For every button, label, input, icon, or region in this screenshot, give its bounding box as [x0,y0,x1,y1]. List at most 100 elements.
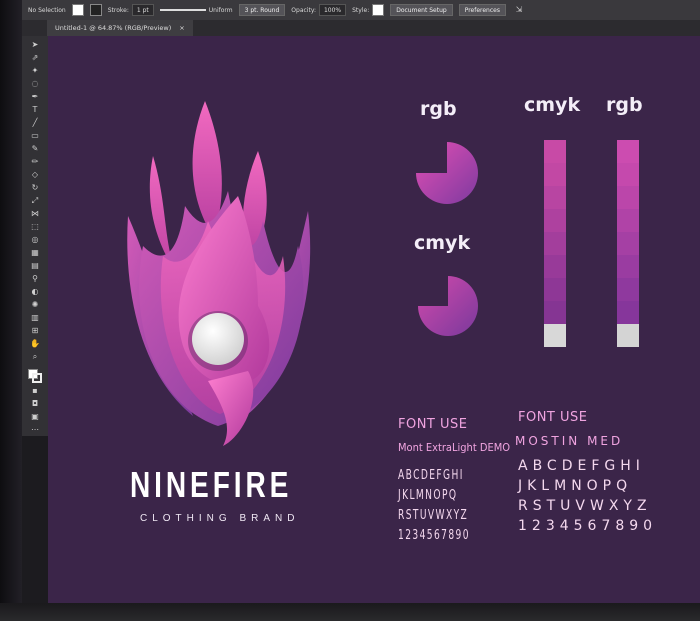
hand-icon[interactable]: ✋ [28,339,42,349]
flame-logo [127,101,311,446]
cmyk-swatch-6 [544,255,566,278]
line-tool-icon[interactable]: ╱ [28,118,42,128]
document-tab[interactable]: Untitled-1 @ 64.87% (RGB/Preview) × [47,20,193,36]
free-transform-icon[interactable]: ⬚ [28,222,42,232]
close-tab-icon[interactable]: × [179,24,184,32]
stroke-profile[interactable]: Uniform [159,6,233,14]
blend-icon[interactable]: ◐ [28,287,42,297]
mesh-icon[interactable]: ▦ [28,248,42,258]
brush-dropdown[interactable]: 3 pt. Round [238,4,286,16]
eyedropper-icon[interactable]: ⚲ [28,274,42,284]
paintbrush-icon[interactable]: ✎ [28,144,42,154]
glyph-line-right-1: ABCDEFGHI [518,458,645,474]
preferences-button[interactable]: Preferences [458,4,506,16]
monitor-bezel [0,0,22,621]
glyph-line-left-4: 1234567890 [398,528,470,543]
document-tab-bar: Untitled-1 @ 64.87% (RGB/Preview) × [22,20,700,36]
cmyk-gradient-pie [418,276,478,336]
artboard[interactable]: NINEFIRE CLOTHING BRAND rgb cmyk cmyk rg… [48,36,700,603]
zoom-icon[interactable]: ⌕ [28,352,42,362]
cmyk-label-mid: cmyk [414,232,471,254]
cmyk-swatch-4 [544,209,566,232]
rgb-swatch-7 [617,278,639,301]
magic-wand-icon[interactable]: ✦ [28,66,42,76]
glyph-line-left-3: RSTUVWXYZ [398,508,469,523]
fill-stroke-icon[interactable] [28,369,42,383]
graph-icon[interactable]: ▥ [28,313,42,323]
stroke-preview [159,9,206,11]
control-bar: No Selection Stroke: 1 pt Uniform 3 pt. … [22,0,700,20]
rgb-swatch-3 [617,186,639,209]
artboard-icon[interactable]: ⊞ [28,326,42,336]
monitor-bezel-bottom [0,603,700,621]
font-use-heading-right: FONT USE [518,410,588,425]
cmyk-swatch-1 [544,140,566,163]
arrange-icon[interactable]: ⇲ [512,5,526,15]
style-label: Style: [352,6,370,14]
lasso-icon[interactable]: ◌ [28,79,42,89]
opacity-label: Opacity: [291,6,316,14]
draw-mode-icon[interactable]: ◘ [28,399,42,409]
cmyk-swatch-7 [544,278,566,301]
stroke-control: Stroke: 1 pt [108,4,154,16]
brand-subtitle: CLOTHING BRAND [140,513,300,524]
brand-name: NINEFIRE [130,464,293,505]
eraser-icon[interactable]: ◇ [28,170,42,180]
rectangle-tool-icon[interactable]: ▭ [28,131,42,141]
cmyk-color-column [544,140,566,347]
rgb-swatch-5 [617,232,639,255]
stroke-profile-label: Uniform [208,6,233,14]
font-use-heading-left: FONT USE [398,417,468,432]
stroke-weight-field[interactable]: 1 pt [131,4,154,16]
cmyk-swatch-5 [544,232,566,255]
rgb-swatch-6 [617,255,639,278]
selection-status: No Selection [28,7,66,14]
rgb-swatch-8 [617,301,639,324]
rotate-icon[interactable]: ↻ [28,183,42,193]
glyph-line-right-4: 1234567890 [518,518,658,534]
rgb-swatch-1 [617,140,639,163]
scale-icon[interactable]: ⤢ [28,196,42,206]
direct-selection-tool-icon[interactable]: ⇗ [28,53,42,63]
glyph-line-left-2: JKLMNOPQ [398,488,458,503]
font-name-left: Mont ExtraLight DEMO [398,441,511,454]
rgb-label-column: rgb [606,94,643,116]
width-tool-icon[interactable]: ⋈ [28,209,42,219]
stroke-swatch[interactable] [89,4,102,16]
cmyk-swatch-9 [544,324,566,347]
more-tools-icon[interactable]: ⋯ [28,425,42,435]
opacity-field[interactable]: 100% [318,4,347,16]
font-name-right: MOSTIN MED [515,434,624,448]
opacity-control: Opacity: 100% [291,4,347,16]
style-control: Style: [352,4,385,16]
cmyk-swatch-3 [544,186,566,209]
color-mode-icon[interactable]: ▪ [28,386,42,396]
rgb-swatch-4 [617,209,639,232]
glyph-line-left-1: ABCDEFGHI [398,468,464,483]
pencil-icon[interactable]: ✏ [28,157,42,167]
screen-mode-icon[interactable]: ▣ [28,412,42,422]
rgb-gradient-pie [416,142,478,204]
document-tab-title: Untitled-1 @ 64.87% (RGB/Preview) [55,24,172,32]
shape-builder-icon[interactable]: ◎ [28,235,42,245]
selection-label: No Selection [28,6,66,14]
rgb-swatch-2 [617,163,639,186]
rgb-label-top: rgb [420,98,457,120]
pen-tool-icon[interactable]: ✒ [28,92,42,102]
fill-swatch[interactable] [71,4,84,16]
stroke-label: Stroke: [107,6,129,14]
type-tool-icon[interactable]: T [28,105,42,115]
rgb-swatch-9 [617,324,639,347]
selection-tool-icon[interactable]: ➤ [28,40,42,50]
style-swatch[interactable] [372,4,385,16]
symbol-sprayer-icon[interactable]: ✺ [28,300,42,310]
tools-panel: ➤ ⇗ ✦ ◌ ✒ T ╱ ▭ ✎ ✏ ◇ ↻ ⤢ ⋈ ⬚ ◎ ▦ ▤ ⚲ ◐ … [22,36,48,436]
cmyk-label-column: cmyk [524,94,581,116]
rgb-color-column [617,140,639,347]
document-setup-button[interactable]: Document Setup [390,4,453,16]
cmyk-swatch-8 [544,301,566,324]
cmyk-swatch-2 [544,163,566,186]
glyph-line-right-2: JKLMNOPQ [518,478,633,494]
glyph-line-right-3: RSTUVWXYZ [518,498,652,514]
gradient-icon[interactable]: ▤ [28,261,42,271]
